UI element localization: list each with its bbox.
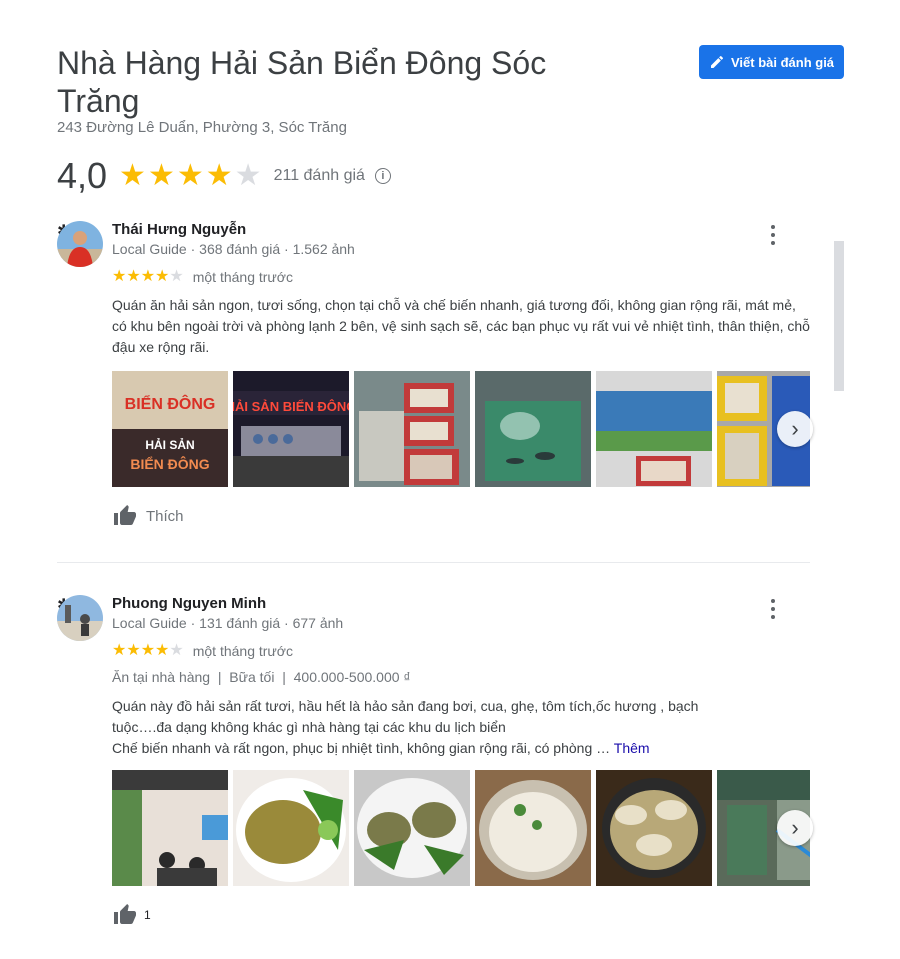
star-icon: ★: [176, 159, 204, 192]
star-icon: ★: [155, 268, 170, 285]
star-icon: ★: [155, 642, 170, 659]
star-icon: ★: [126, 268, 141, 285]
review-photo[interactable]: [233, 770, 349, 886]
review-text: Quán ăn hải sản ngon, tươi sống, chọn tạ…: [112, 297, 810, 355]
chevron-right-icon[interactable]: ›: [777, 810, 813, 846]
photo-strip: BIỂN ĐÔNG HẢI SẢN BIỂN ĐÔNG HẢI SẢN BIỂN…: [112, 371, 810, 487]
star-icon: ★: [147, 159, 175, 192]
review-date: một tháng trước: [192, 269, 293, 285]
thumbs-up-icon: [114, 505, 136, 525]
like-button[interactable]: Thích: [112, 504, 184, 528]
review-tags: Ăn tại nhà hàng | Bữa tối | 400.000-500.…: [112, 669, 411, 685]
review-photo[interactable]: [354, 371, 470, 487]
page-title: Nhà Hàng Hải Sản Biển Đông Sóc Trăng: [57, 45, 547, 119]
info-icon[interactable]: i: [374, 168, 391, 184]
star-icon: ★: [126, 642, 141, 659]
review-text-line: tuộc….đa dạng không khác gì nhà hàng tại…: [112, 719, 506, 735]
rating-summary: 4,0 ★ ★ ★ ★ ★ 211 đánh giá i: [57, 155, 391, 197]
review-photo[interactable]: BIỂN ĐÔNG HẢI SẢN BIỂN ĐÔNG: [112, 371, 228, 487]
place-address: 243 Đường Lê Duẩn, Phường 3, Sóc Trăng: [57, 119, 347, 136]
reviewer-meta: Local Guide · 368 đánh giá · 1.562 ảnh: [112, 241, 355, 257]
review-rating: ★ ★ ★ ★ ★ một tháng trước: [112, 642, 293, 660]
like-count: 1: [144, 908, 151, 922]
photo-sign-text: HẢI SẢN BIỂN ĐÔNG: [233, 399, 349, 414]
photo-sign-text: HẢI SẢN: [145, 437, 194, 452]
more-options-icon[interactable]: [767, 225, 779, 245]
review-photo[interactable]: [475, 371, 591, 487]
star-empty-icon: ★: [234, 159, 262, 192]
reviewer-name[interactable]: Phuong Nguyen Minh: [112, 595, 266, 612]
more-options-icon[interactable]: [767, 599, 779, 619]
review-divider: [57, 562, 810, 563]
star-icon: ★: [112, 268, 127, 285]
review-photo[interactable]: [112, 770, 228, 886]
review-photo[interactable]: [596, 371, 712, 487]
photo-sign-text: BIỂN ĐÔNG: [125, 394, 216, 413]
review-photo[interactable]: [354, 770, 470, 886]
more-link[interactable]: Thêm: [614, 740, 650, 756]
like-label: Thích: [146, 507, 184, 525]
review-photo[interactable]: [596, 770, 712, 886]
review-text-line: Quán này đồ hải sản rất tươi, hầu hết là…: [112, 698, 699, 714]
review-text: Quán này đồ hải sản rất tươi, hầu hết là…: [112, 696, 812, 759]
thumbs-up-icon: [114, 904, 136, 924]
chevron-right-icon[interactable]: ›: [777, 411, 813, 447]
avatar[interactable]: ✱: [57, 221, 103, 267]
star-empty-icon: ★: [169, 642, 184, 659]
write-review-button[interactable]: Viết bài đánh giá: [699, 45, 844, 79]
review-date: một tháng trước: [192, 643, 293, 659]
like-button[interactable]: 1: [112, 903, 151, 927]
reviewer-meta: Local Guide · 131 đánh giá · 677 ảnh: [112, 615, 344, 631]
review-text-line: Chế biến nhanh và rất ngon, phục bị nhiệ…: [112, 738, 812, 759]
scrollbar[interactable]: [834, 241, 844, 391]
review-text-fragment: Chế biến nhanh và rất ngon, phục bị nhiệ…: [112, 740, 614, 756]
photo-strip: [112, 770, 810, 886]
pencil-icon: [710, 55, 723, 68]
star-icon: ★: [205, 159, 233, 192]
review-photo[interactable]: [475, 770, 591, 886]
review-card: ✱ Thái Hưng Nguyễn Local Guide · 368 đán…: [57, 221, 817, 541]
reviewer-name[interactable]: Thái Hưng Nguyễn: [112, 221, 246, 238]
review-rating: ★ ★ ★ ★ ★ một tháng trước: [112, 268, 293, 286]
star-icon: ★: [112, 642, 127, 659]
avatar[interactable]: ✱: [57, 595, 103, 641]
star-icon: ★: [140, 642, 156, 659]
star-icon: ★: [140, 268, 156, 285]
star-empty-icon: ★: [169, 268, 184, 285]
rating-number: 4,0: [57, 155, 108, 196]
star-icon: ★: [119, 159, 146, 192]
review-card: ✱ Phuong Nguyen Minh Local Guide · 131 đ…: [57, 595, 817, 935]
review-count: 211 đánh giá: [273, 167, 365, 184]
write-review-label: Viết bài đánh giá: [730, 54, 835, 70]
photo-sign-text: BIỂN ĐÔNG: [130, 455, 209, 472]
rating-stars: ★ ★ ★ ★ ★: [119, 161, 262, 191]
review-photo[interactable]: HẢI SẢN BIỂN ĐÔNG: [233, 371, 349, 487]
